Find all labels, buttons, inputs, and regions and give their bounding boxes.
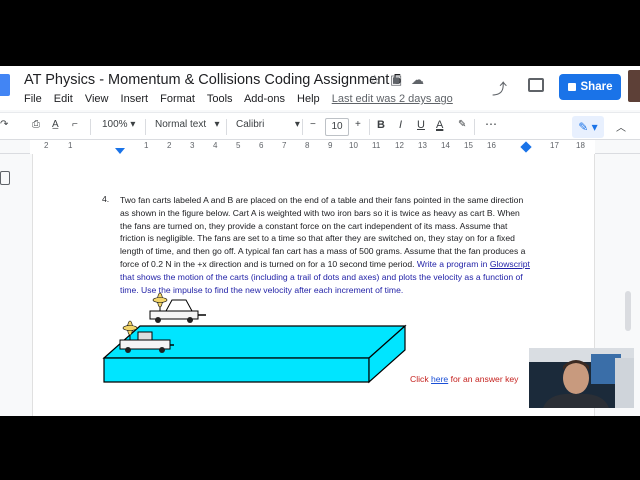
ruler-label: 5 xyxy=(236,141,241,150)
ruler-label: 4 xyxy=(213,141,218,150)
menu-tools[interactable]: Tools xyxy=(207,93,233,105)
highlight-pen-icon[interactable]: ✎ xyxy=(458,119,466,130)
toolbar-divider xyxy=(302,119,303,135)
zoom-select[interactable]: 100% ▾ xyxy=(102,119,135,130)
ruler-label: 2 xyxy=(167,141,172,150)
ruler-label: 8 xyxy=(305,141,310,150)
menu-edit[interactable]: Edit xyxy=(54,93,73,105)
share-label: Share xyxy=(580,81,613,93)
toolbar-divider xyxy=(474,119,475,135)
toolbar-divider xyxy=(369,119,370,135)
toolbar-divider xyxy=(90,119,91,135)
editing-mode-button[interactable]: ✎ ▾ xyxy=(572,116,604,138)
ruler-label: 13 xyxy=(418,141,427,150)
menu-bar: File Edit View Insert Format Tools Add-o… xyxy=(24,93,462,105)
print-icon[interactable]: ⎙ xyxy=(32,119,40,130)
lock-icon xyxy=(567,83,576,91)
move-folder-icon[interactable]: ▣ xyxy=(390,72,402,88)
toolbar-divider xyxy=(226,119,227,135)
ruler-label: 7 xyxy=(282,141,287,150)
ruler-label: 12 xyxy=(395,141,404,150)
underline-button[interactable]: U xyxy=(417,119,425,131)
ruler-label: 2 xyxy=(44,141,49,150)
fan-b-icon xyxy=(152,292,168,311)
title-bar: AT Physics - Momentum & Collisions Codin… xyxy=(0,66,640,110)
ruler-label: 10 xyxy=(349,141,358,150)
redo-icon[interactable]: ↷ xyxy=(0,119,8,130)
webcam-video-icon xyxy=(529,348,634,408)
document-outline-icon[interactable] xyxy=(0,171,10,185)
ruler-label: 15 xyxy=(464,141,473,150)
last-edit-link[interactable]: Last edit was 2 days ago xyxy=(332,93,453,105)
toolbar-divider xyxy=(145,119,146,135)
cloud-status-icon[interactable]: ☁ xyxy=(411,72,424,88)
bold-button[interactable]: B xyxy=(377,119,385,131)
ruler-label: 3 xyxy=(190,141,195,150)
program-instruction-start: Write a program in xyxy=(416,258,488,269)
answer-prefix: Click xyxy=(410,374,429,384)
problem-paragraph[interactable]: Two fan carts labeled A and B are placed… xyxy=(120,194,530,296)
docs-logo-icon[interactable] xyxy=(0,74,10,96)
answer-key-link[interactable]: here xyxy=(431,374,448,384)
menu-addons[interactable]: Add-ons xyxy=(244,93,285,105)
fan-carts-figure xyxy=(102,292,407,384)
ruler-label: 1 xyxy=(144,141,149,150)
ruler-label: 17 xyxy=(550,141,559,150)
menu-help[interactable]: Help xyxy=(297,93,320,105)
ruler-label: 11 xyxy=(372,141,381,150)
ruler-label: 14 xyxy=(441,141,450,150)
hide-menus-icon[interactable]: ︿ xyxy=(616,119,626,134)
formatting-toolbar: ↷ ⎙ A̲ ⌐ 100% ▾ Normal text ▾ Calibri ▾ … xyxy=(0,112,640,140)
activity-dashboard-icon[interactable]: ⤴ xyxy=(492,78,507,99)
glowscript-link[interactable]: Glowscript xyxy=(490,259,530,269)
answer-key-line: Click here for an answer key xyxy=(410,374,518,384)
scrollbar[interactable] xyxy=(625,291,631,331)
problem-number: 4. xyxy=(102,194,110,204)
ruler-label: 6 xyxy=(259,141,264,150)
menu-insert[interactable]: Insert xyxy=(121,93,149,105)
paint-format-icon[interactable]: ⌐ xyxy=(72,119,78,130)
ruler-label: 1 xyxy=(68,141,73,150)
ruler-label: 9 xyxy=(328,141,333,150)
menu-file[interactable]: File xyxy=(24,93,42,105)
text-color-button[interactable]: A xyxy=(436,119,443,131)
style-select[interactable]: Normal text ▾ xyxy=(155,119,219,130)
star-icon[interactable]: ☆ xyxy=(369,72,381,88)
font-select[interactable]: Calibri ▾ xyxy=(236,119,300,130)
avatar[interactable] xyxy=(628,70,640,102)
document-title[interactable]: AT Physics - Momentum & Collisions Codin… xyxy=(24,72,401,88)
menu-view[interactable]: View xyxy=(85,93,109,105)
spellcheck-icon[interactable]: A̲ xyxy=(52,119,59,130)
italic-button[interactable]: I xyxy=(399,119,402,131)
ruler-label: 16 xyxy=(487,141,496,150)
problem-body-text: Two fan carts labeled A and B are placed… xyxy=(120,195,526,269)
font-size-input[interactable]: 10 xyxy=(325,118,349,136)
menu-format[interactable]: Format xyxy=(160,93,195,105)
ruler: 2 1 1 2 3 4 5 6 7 8 9 10 11 12 13 14 15 … xyxy=(0,140,640,154)
ruler-label: 18 xyxy=(576,141,585,150)
share-button[interactable]: Share xyxy=(559,74,621,100)
increase-font-size-button[interactable]: + xyxy=(355,119,361,130)
decrease-font-size-button[interactable]: − xyxy=(310,119,316,130)
more-tools-button[interactable]: ⋯ xyxy=(485,117,497,131)
comments-icon[interactable] xyxy=(528,78,544,92)
answer-suffix: for an answer key xyxy=(450,374,519,384)
